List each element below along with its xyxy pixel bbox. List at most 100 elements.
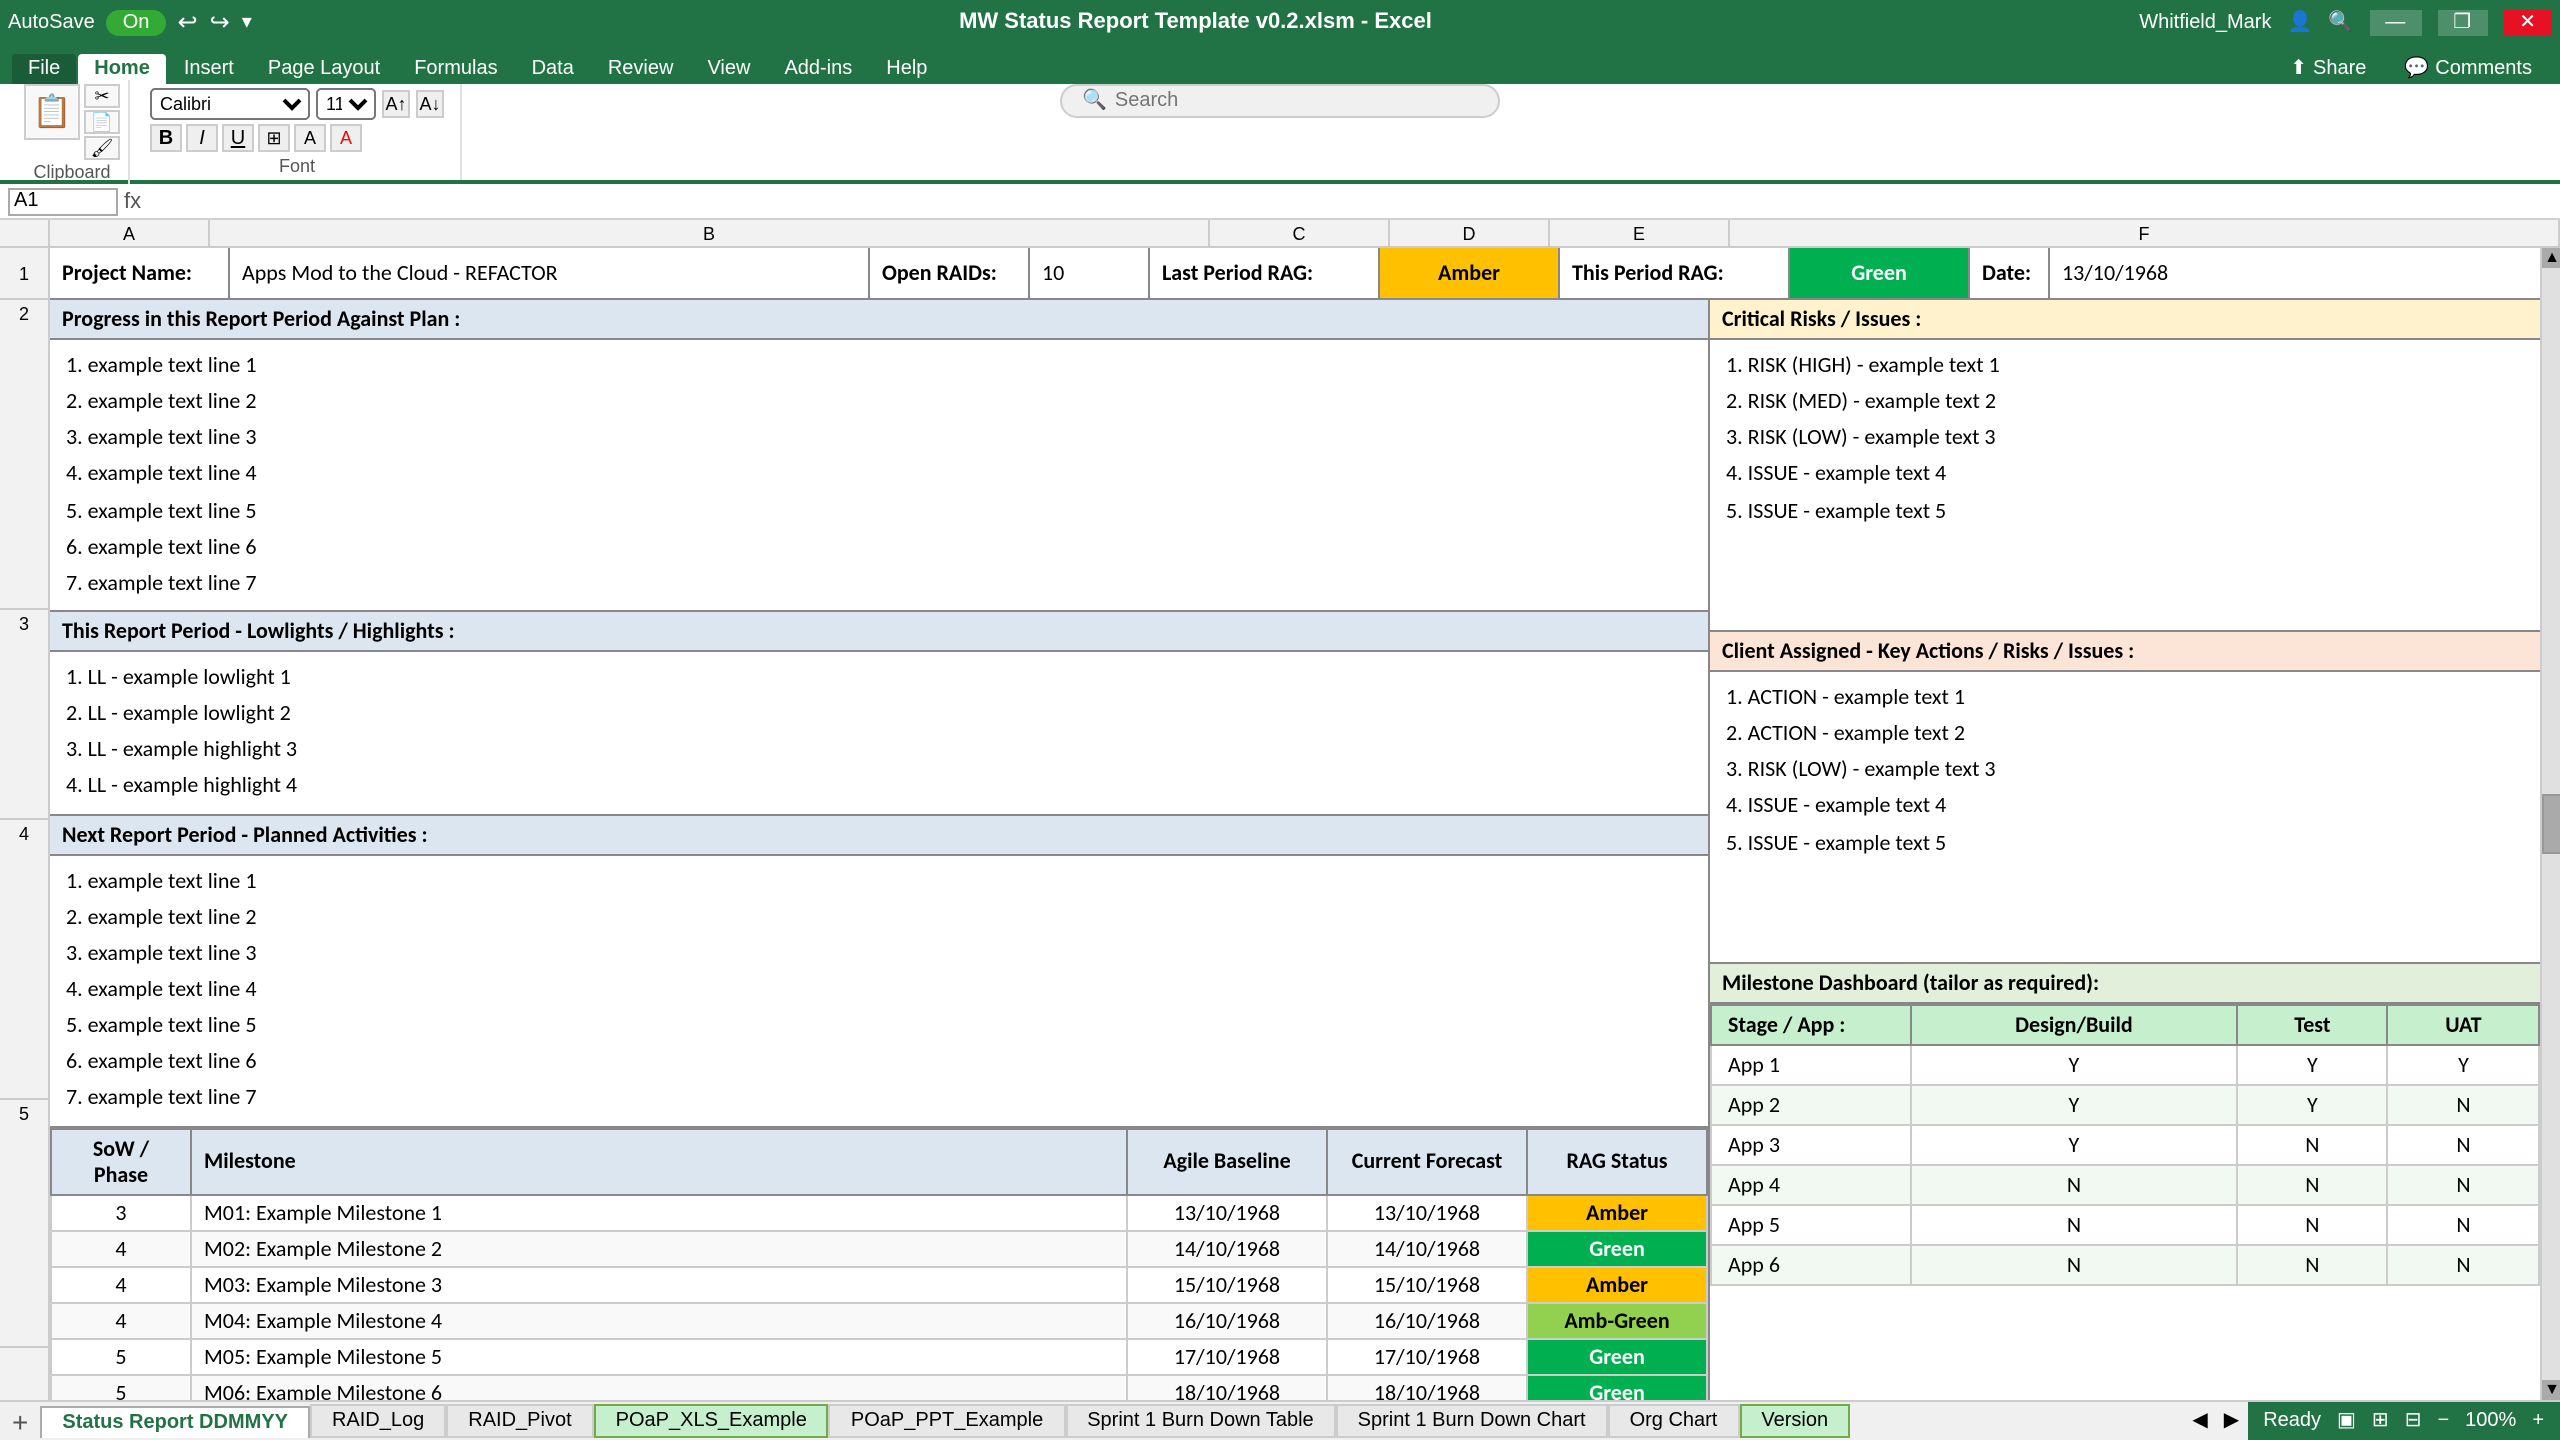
tab-addins[interactable]: Add-ins: [768, 54, 868, 84]
tab-version[interactable]: Version: [1739, 1404, 1850, 1438]
list-item: App 2 Y Y N: [1711, 1085, 2539, 1125]
tab-poap-xls[interactable]: POaP_XLS_Example: [594, 1404, 829, 1438]
tab-sprint1-table[interactable]: Sprint 1 Burn Down Table: [1065, 1404, 1335, 1438]
milestone-rag: Green: [1527, 1338, 1707, 1374]
client-actions-header: Client Assigned - Key Actions / Risks / …: [1710, 632, 2540, 672]
font-size-select[interactable]: 11: [316, 88, 376, 120]
restore-button[interactable]: ❐: [2437, 9, 2487, 35]
tab-raid-log[interactable]: RAID_Log: [310, 1404, 446, 1438]
milestone-name: M06: Example Milestone 6: [191, 1374, 1127, 1400]
last-rag-value: Amber: [1380, 248, 1560, 298]
progress-line-6: 6. example text line 6: [66, 529, 1692, 565]
undo-icon[interactable]: ↩: [177, 8, 197, 36]
tab-org-chart[interactable]: Org Chart: [1608, 1404, 1740, 1438]
project-header-row: Project Name: Apps Mod to the Cloud - RE…: [50, 248, 2540, 300]
list-item: App 5 N N N: [1711, 1205, 2539, 1245]
dash-test: N: [2237, 1125, 2388, 1165]
close-button[interactable]: ✕: [2503, 9, 2552, 35]
user-name: Whitfield_Mark: [2139, 11, 2271, 33]
zoom-level: 100%: [2465, 1410, 2516, 1432]
tab-raid-pivot[interactable]: RAID_Pivot: [446, 1404, 593, 1438]
next-line-3: 3. example text line 3: [66, 936, 1692, 972]
autosave-toggle[interactable]: On: [107, 9, 166, 35]
critical-risks-header: Critical Risks / Issues :: [1710, 300, 2540, 340]
critical-risk-3: 3. RISK (LOW) - example text 3: [1726, 421, 2524, 457]
tab-data[interactable]: Data: [516, 54, 590, 84]
share-icon2: ⬆: [2290, 58, 2307, 80]
cut-button[interactable]: ✂: [84, 83, 120, 107]
dash-design-build: Y: [1911, 1085, 2237, 1125]
next-period-section: Next Report Period - Planned Activities …: [50, 815, 1708, 1127]
function-icon[interactable]: fx: [124, 189, 141, 213]
critical-risk-1: 1. RISK (HIGH) - example text 1: [1726, 348, 2524, 384]
client-actions-body: 1. ACTION - example text 12. ACTION - ex…: [1710, 672, 2540, 962]
font-family-select[interactable]: Calibri: [150, 88, 310, 120]
name-box[interactable]: [8, 187, 118, 215]
col-c: C: [1210, 220, 1390, 246]
dash-uat: N: [2388, 1125, 2539, 1165]
dash-col-test: Test: [2237, 1005, 2388, 1045]
raids-label: Open RAIDs:: [870, 248, 1030, 298]
milestone-phase: 5: [51, 1338, 191, 1374]
italic-button[interactable]: I: [186, 124, 218, 152]
zoom-out-icon[interactable]: −: [2437, 1410, 2449, 1432]
tab-view[interactable]: View: [691, 54, 766, 84]
table-row: 4 M03: Example Milestone 3 15/10/1968 15…: [51, 1266, 1707, 1302]
fill-color-button[interactable]: A: [294, 124, 326, 152]
redo-icon[interactable]: ↪: [210, 8, 230, 36]
vertical-scrollbar[interactable]: ▲ ▼: [2540, 248, 2560, 1400]
dash-uat: N: [2388, 1165, 2539, 1205]
tab-page-layout[interactable]: Page Layout: [252, 54, 396, 84]
tab-sprint1-chart[interactable]: Sprint 1 Burn Down Chart: [1336, 1404, 1608, 1438]
bold-button[interactable]: B: [150, 124, 182, 152]
search-input[interactable]: [1115, 90, 1475, 112]
comments-icon: 💬: [2404, 58, 2429, 80]
view-normal-icon[interactable]: ▣: [2337, 1410, 2356, 1432]
tab-insert[interactable]: Insert: [168, 54, 250, 84]
increase-font-button[interactable]: A↑: [382, 90, 410, 118]
copy-button[interactable]: 📄: [84, 109, 120, 133]
left-column: Progress in this Report Period Against P…: [50, 300, 1710, 1400]
dashboard-header: Milestone Dashboard (tailor as required)…: [1710, 964, 2540, 1004]
milestone-baseline: 17/10/1968: [1127, 1338, 1327, 1374]
tab-status-report[interactable]: Status Report DDMMYY: [40, 1405, 310, 1437]
dash-test: N: [2237, 1205, 2388, 1245]
dash-app: App 1: [1711, 1045, 1911, 1085]
zoom-in-icon[interactable]: +: [2532, 1410, 2544, 1432]
sheet-tabs-bar: + Status Report DDMMYY RAID_Log RAID_Piv…: [0, 1400, 2560, 1440]
font-color-button[interactable]: A: [330, 124, 362, 152]
dash-app: App 6: [1711, 1245, 1911, 1285]
tab-review[interactable]: Review: [592, 54, 690, 84]
share-button[interactable]: ⬆ Share: [2270, 54, 2386, 84]
border-button[interactable]: ⊞: [258, 124, 290, 152]
paste-button[interactable]: 📋: [24, 83, 80, 139]
search-icon-title[interactable]: 🔍: [2328, 11, 2353, 33]
list-item: App 1 Y Y Y: [1711, 1045, 2539, 1085]
lowlights-body: 1. LL - example lowlight 12. LL - exampl…: [50, 652, 1708, 813]
view-layout-icon[interactable]: ⊞: [2372, 1410, 2389, 1432]
dash-app: App 3: [1711, 1125, 1911, 1165]
ribbon-toolbar: 📋 ✂ 📄 🖌 Clipboard Calibri 11 A↑ A↓: [0, 84, 2560, 184]
extra-icon[interactable]: ▾: [242, 11, 252, 33]
dash-test: Y: [2237, 1085, 2388, 1125]
client-action-1: 1. ACTION - example text 1: [1726, 680, 2524, 716]
col-a: A: [50, 220, 210, 246]
col-f: F: [1730, 220, 2560, 246]
tab-formulas[interactable]: Formulas: [398, 54, 513, 84]
comments-button[interactable]: 💬 Comments: [2388, 54, 2548, 84]
minimize-button[interactable]: —: [2369, 9, 2421, 35]
decrease-font-button[interactable]: A↓: [416, 90, 444, 118]
underline-button[interactable]: U: [222, 124, 254, 152]
scroll-right-icon[interactable]: ▶: [2216, 1406, 2247, 1436]
next-line-6: 6. example text line 6: [66, 1045, 1692, 1081]
dash-col-app: Stage / App :: [1711, 1005, 1911, 1045]
new-sheet-button[interactable]: +: [0, 1401, 40, 1440]
tab-poap-ppt[interactable]: POaP_PPT_Example: [829, 1404, 1065, 1438]
next-line-2: 2. example text line 2: [66, 899, 1692, 935]
tab-help[interactable]: Help: [870, 54, 943, 84]
scroll-left-icon[interactable]: ◀: [2184, 1406, 2215, 1436]
progress-header: Progress in this Report Period Against P…: [50, 300, 1708, 340]
autosave-area: AutoSave On ↩ ↪ ▾: [8, 8, 252, 36]
view-break-icon[interactable]: ⊟: [2405, 1410, 2422, 1432]
format-painter-button[interactable]: 🖌: [84, 135, 120, 159]
